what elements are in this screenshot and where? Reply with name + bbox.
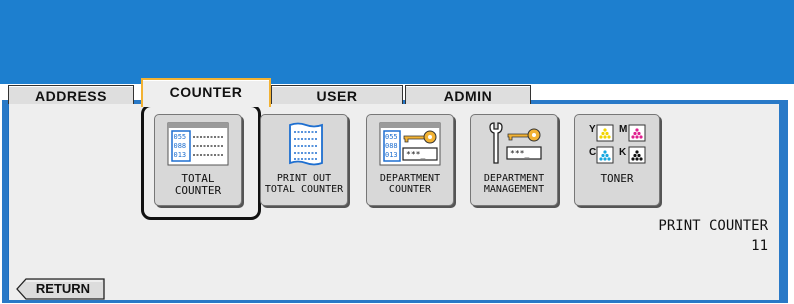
toner-icon: Y M C K	[589, 124, 646, 164]
return-label: RETURN	[35, 281, 91, 296]
department-management-button[interactable]: ***_ DEPARTMENT MANAGEMENT	[470, 114, 558, 206]
toner-label: TONER	[600, 172, 634, 185]
svg-text:013: 013	[174, 151, 187, 159]
svg-text:055: 055	[174, 133, 187, 141]
toner-button[interactable]: Y M C K TONER	[574, 114, 660, 206]
tab-admin[interactable]: ADMIN	[405, 85, 531, 106]
svg-text:088: 088	[174, 142, 187, 150]
tab-counter[interactable]: COUNTER	[141, 78, 271, 107]
svg-text:***_: ***_	[510, 149, 529, 158]
svg-text:***_: ***_	[406, 150, 425, 159]
print-counter-value: 11	[751, 238, 768, 254]
counter-sheet-icon: 055 088 013	[167, 122, 229, 166]
header-bar	[0, 0, 794, 84]
return-button[interactable]: RETURN	[16, 278, 106, 300]
tab-user[interactable]: USER	[271, 85, 403, 106]
print-out-total-counter-label: PRINT OUT TOTAL COUNTER	[264, 173, 344, 195]
department-counter-button[interactable]: 055 088 013 ***_ DEPARTMENT COUNTER	[366, 114, 454, 206]
svg-text:055: 055	[385, 133, 398, 141]
wrench-key-icon: ***_	[489, 122, 542, 164]
print-counter-title: PRINT COUNTER	[658, 218, 768, 234]
svg-text:Y: Y	[589, 124, 596, 135]
counter-key-icon: 055 088 013 ***_	[379, 122, 441, 166]
print-out-total-counter-button[interactable]: PRINT OUT TOTAL COUNTER	[260, 114, 348, 206]
total-counter-label: TOTAL COUNTER	[174, 172, 222, 197]
printed-sheet-icon	[289, 122, 323, 166]
svg-text:013: 013	[385, 151, 398, 159]
department-counter-label: DEPARTMENT COUNTER	[379, 173, 441, 195]
total-counter-button[interactable]: 055 088 013 TOTAL COUNTER	[154, 114, 242, 206]
svg-text:K: K	[619, 147, 627, 158]
svg-text:C: C	[589, 147, 596, 158]
svg-text:M: M	[619, 124, 627, 135]
svg-text:088: 088	[385, 142, 398, 150]
department-management-label: DEPARTMENT MANAGEMENT	[483, 173, 545, 195]
tab-address[interactable]: ADDRESS	[8, 85, 134, 106]
